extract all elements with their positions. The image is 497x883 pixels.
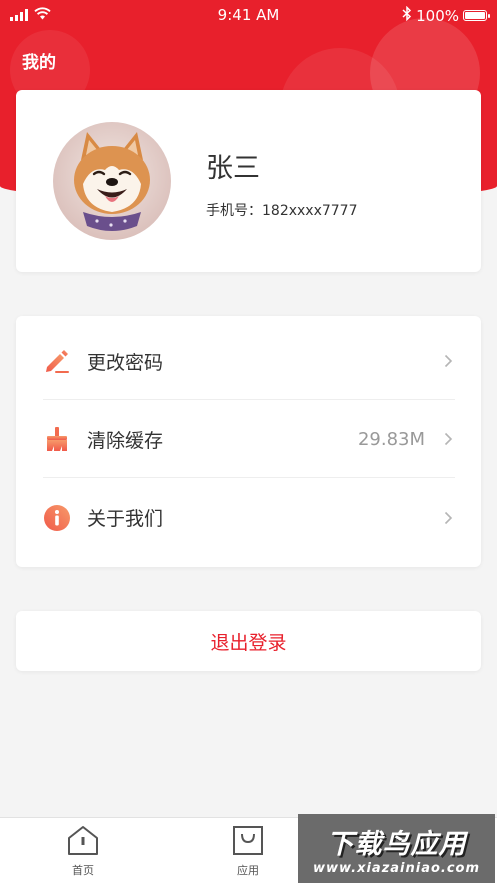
- menu-item-label: 更改密码: [87, 351, 164, 374]
- battery-percentage: 100%: [416, 6, 459, 25]
- page-title: 我的: [22, 53, 56, 73]
- bag-icon: [231, 824, 265, 860]
- settings-menu: 更改密码 清除缓存 29.83M 关于我们: [16, 316, 481, 567]
- tab-label: 首页: [72, 864, 94, 877]
- phone-label: 手机号：: [206, 203, 262, 219]
- phone-number-line: 手机号：182xxxx7777: [206, 200, 358, 220]
- chevron-right-icon: [441, 432, 455, 446]
- cache-size: 29.83M: [357, 428, 425, 450]
- watermark-title: 下载鸟应用: [326, 828, 467, 860]
- logout-button[interactable]: 退出登录: [16, 611, 481, 671]
- chevron-right-icon: [441, 511, 455, 525]
- profile-card[interactable]: 张三 手机号：182xxxx7777: [16, 90, 481, 272]
- menu-item-about-us[interactable]: 关于我们: [43, 479, 455, 556]
- info-icon: [43, 504, 71, 532]
- watermark-logo: 下载鸟应用 www.xiazainiao.com: [298, 814, 495, 883]
- user-name: 张三: [206, 153, 260, 184]
- avatar[interactable]: [53, 122, 171, 240]
- broom-icon: [43, 425, 71, 453]
- tab-home[interactable]: 首页: [43, 824, 123, 878]
- home-icon: [66, 824, 100, 860]
- bluetooth-icon: [402, 5, 412, 25]
- logout-label: 退出登录: [210, 631, 287, 654]
- menu-item-label: 关于我们: [87, 508, 164, 530]
- pencil-icon: [43, 347, 71, 375]
- menu-item-change-password[interactable]: 更改密码: [43, 323, 455, 400]
- tab-apps[interactable]: 应用: [208, 824, 288, 878]
- phone-number: 182xxxx7777: [262, 203, 358, 219]
- menu-item-label: 清除缓存: [87, 429, 164, 452]
- tab-label: 应用: [237, 864, 259, 877]
- status-bar: 9:41 AM 100%: [0, 0, 497, 30]
- battery-icon: [463, 10, 490, 21]
- chevron-right-icon: [441, 354, 455, 368]
- menu-item-clear-cache[interactable]: 清除缓存 29.83M: [43, 401, 455, 478]
- watermark-url: www.xiazainiao.com: [312, 860, 481, 876]
